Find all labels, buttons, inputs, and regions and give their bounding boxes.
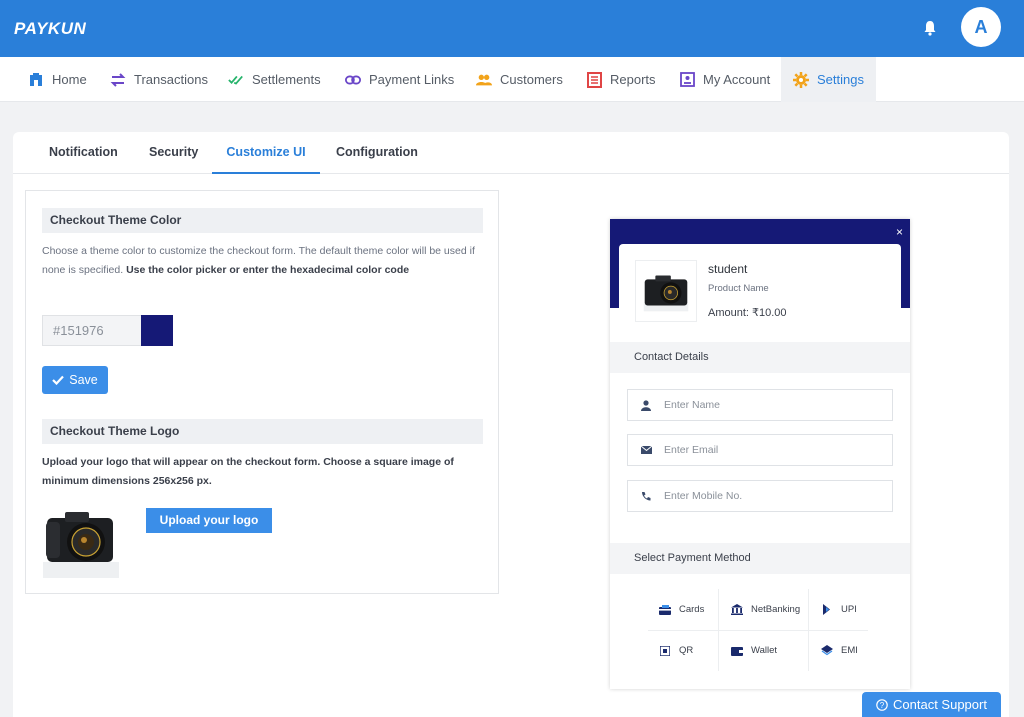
reports-icon <box>586 71 602 88</box>
transactions-icon <box>110 72 126 88</box>
nav-item-settings[interactable]: Settings <box>781 57 876 102</box>
bank-icon <box>730 604 744 616</box>
avatar[interactable]: A <box>961 7 1001 47</box>
product-amount: Amount: ₹10.00 <box>708 307 787 319</box>
save-button[interactable]: Save <box>42 366 108 394</box>
method-label: Cards <box>679 604 705 615</box>
theme-color-desc-bold: Use the color picker or enter the hexade… <box>126 264 410 276</box>
nav-item-customers[interactable]: Customers <box>476 57 563 102</box>
tab-configuration[interactable]: Configuration <box>336 132 418 174</box>
product-name: student <box>708 262 748 276</box>
tab-security[interactable]: Security <box>149 132 198 174</box>
save-label: Save <box>69 373 98 387</box>
method-label: EMI <box>841 645 858 656</box>
mobile-field[interactable]: Enter Mobile No. <box>627 480 893 512</box>
payment-method-wallet[interactable]: Wallet <box>730 630 812 671</box>
tab-notification[interactable]: Notification <box>49 132 118 174</box>
customers-icon <box>476 72 492 88</box>
nav-label: My Account <box>703 72 771 87</box>
upload-logo-button[interactable]: Upload your logo <box>146 508 272 533</box>
wallet-icon <box>730 645 744 657</box>
email-field[interactable]: Enter Email <box>627 434 893 466</box>
nav-label: Settings <box>817 72 864 87</box>
main-nav: Home Transactions Settlements Payment Li… <box>0 57 1024 102</box>
nav-label: Payment Links <box>369 72 455 87</box>
method-label: NetBanking <box>751 604 801 615</box>
payment-method-upi[interactable]: UPI <box>820 589 902 630</box>
user-icon <box>628 399 664 411</box>
nav-item-my-account[interactable]: My Account <box>679 57 770 102</box>
close-icon[interactable]: × <box>896 225 903 239</box>
upi-icon <box>820 604 834 616</box>
checkout-preview: × student Product Name Amount: ₹10.00 Co… <box>610 219 910 689</box>
product-thumbnail <box>635 260 697 322</box>
product-card: student Product Name Amount: ₹10.00 <box>619 244 901 339</box>
nav-label: Customers <box>500 72 563 87</box>
payment-method-heading: Select Payment Method <box>610 543 910 574</box>
color-picker-swatch[interactable] <box>141 315 173 346</box>
link-icon <box>345 72 361 88</box>
paykun-logo[interactable]: PAYKUN <box>14 19 86 39</box>
nav-item-transactions[interactable]: Transactions <box>110 57 208 102</box>
nav-item-reports[interactable]: Reports <box>586 57 656 102</box>
payment-method-cards[interactable]: Cards <box>658 589 740 630</box>
mobile-field-placeholder: Enter Mobile No. <box>664 490 743 502</box>
payment-method-netbanking[interactable]: NetBanking <box>730 589 812 630</box>
tab-customize-ui[interactable]: Customize UI <box>212 132 320 174</box>
method-label: UPI <box>841 604 857 615</box>
nav-label: Home <box>52 72 87 87</box>
theme-logo-description: Upload your logo that will appear on the… <box>42 456 454 487</box>
qr-icon <box>658 645 672 657</box>
check-icon <box>52 375 65 385</box>
nav-label: Transactions <box>134 72 208 87</box>
settings-tabs: Notification Security Customize UI Confi… <box>13 132 1009 174</box>
method-label: QR <box>679 645 694 656</box>
phone-icon <box>628 491 664 501</box>
envelope-icon <box>628 446 664 454</box>
theme-logo-heading: Checkout Theme Logo <box>42 419 483 444</box>
contact-details-heading: Contact Details <box>610 342 910 373</box>
nav-label: Reports <box>610 72 656 87</box>
hex-color-input[interactable]: #151976 <box>42 315 142 346</box>
bell-icon[interactable] <box>922 19 938 37</box>
account-icon <box>679 72 695 88</box>
gear-icon <box>793 71 809 88</box>
nav-item-settlements[interactable]: Settlements <box>228 57 321 102</box>
payment-method-grid: Cards NetBanking UPI QR Wallet EMI <box>648 589 868 671</box>
theme-color-description: Choose a theme color to customize the ch… <box>42 242 482 280</box>
emi-icon <box>820 645 834 657</box>
customize-panel: Checkout Theme Color Choose a theme colo… <box>25 190 499 594</box>
payment-method-qr[interactable]: QR <box>658 630 740 671</box>
email-field-placeholder: Enter Email <box>664 444 719 456</box>
name-field-placeholder: Enter Name <box>664 399 721 411</box>
nav-item-home[interactable]: Home <box>28 57 87 102</box>
camera-logo-image <box>43 512 119 578</box>
help-icon: ? <box>876 698 888 711</box>
settlements-icon <box>228 72 244 88</box>
payment-method-emi[interactable]: EMI <box>820 630 902 671</box>
contact-support-label: Contact Support <box>893 697 987 712</box>
home-icon <box>28 72 44 88</box>
contact-support-button[interactable]: ? Contact Support <box>862 692 1001 717</box>
card-icon <box>658 604 672 616</box>
name-field[interactable]: Enter Name <box>627 389 893 421</box>
theme-color-heading: Checkout Theme Color <box>42 208 483 233</box>
nav-item-payment-links[interactable]: Payment Links <box>345 57 454 102</box>
svg-text:?: ? <box>880 701 885 710</box>
method-label: Wallet <box>751 645 778 656</box>
product-sub-label: Product Name <box>708 283 769 294</box>
nav-label: Settlements <box>252 72 321 87</box>
top-bar: PAYKUN A <box>0 0 1024 57</box>
